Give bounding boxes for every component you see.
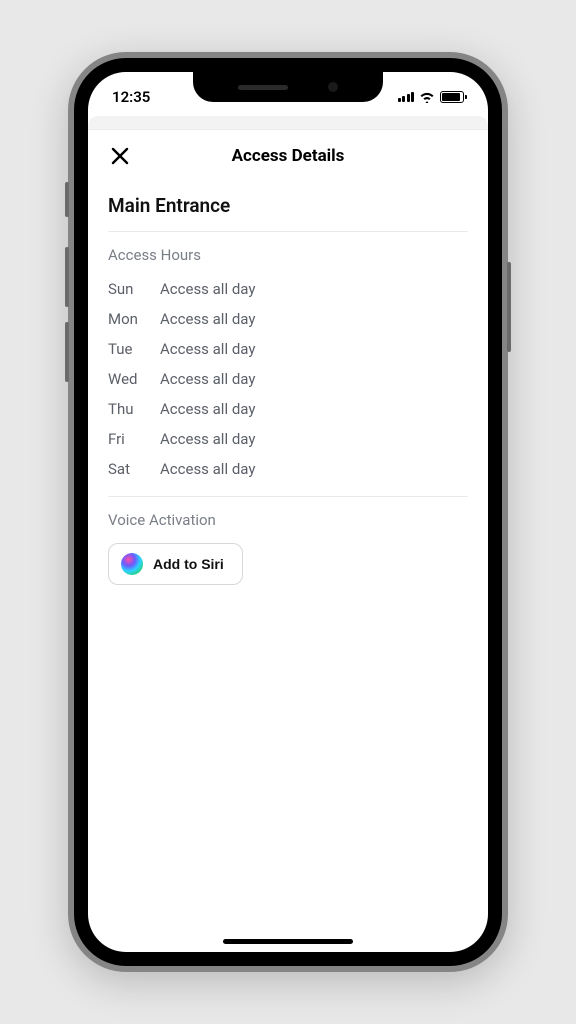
volume-up-button [65,247,69,307]
day-label: Mon [108,310,160,328]
hours-row: Mon Access all day [108,304,468,334]
phone-inner: 12:35 [74,58,502,966]
speaker-grille [238,85,288,90]
hours-value: Access all day [160,310,255,328]
phone-frame: 12:35 [68,52,508,972]
hours-row: Thu Access all day [108,394,468,424]
status-time: 12:35 [112,88,172,106]
close-icon [111,147,129,165]
day-label: Fri [108,430,160,448]
day-label: Wed [108,370,160,388]
hours-row: Wed Access all day [108,364,468,394]
home-indicator[interactable] [223,939,353,944]
volume-down-button [65,322,69,382]
cellular-signal-icon [398,92,415,102]
access-hours-list: Sun Access all day Mon Access all day Tu… [108,274,468,496]
front-camera [328,82,338,92]
hours-row: Sun Access all day [108,274,468,304]
day-label: Tue [108,340,160,358]
day-label: Sat [108,460,160,478]
screen: 12:35 [88,72,488,952]
power-button [507,262,511,352]
mute-switch [65,182,69,217]
close-button[interactable] [108,144,132,168]
wifi-icon [419,91,435,103]
modal-header: Access Details [88,130,488,178]
hours-row: Tue Access all day [108,334,468,364]
hours-row: Fri Access all day [108,424,468,454]
add-to-siri-button[interactable]: Add to Siri [108,543,243,585]
modal-sheet-handle [88,116,488,130]
battery-icon [440,91,464,103]
hours-value: Access all day [160,460,255,478]
entrance-name: Main Entrance [108,186,468,231]
day-label: Sun [108,280,160,298]
voice-activation-label: Voice Activation [108,497,468,539]
access-hours-label: Access Hours [108,232,468,274]
hours-value: Access all day [160,370,255,388]
siri-icon [121,553,143,575]
status-right [394,91,464,103]
hours-value: Access all day [160,430,255,448]
hours-value: Access all day [160,400,255,418]
modal-title: Access Details [108,146,468,166]
day-label: Thu [108,400,160,418]
notch [193,72,383,102]
siri-button-label: Add to Siri [153,556,224,572]
hours-value: Access all day [160,340,255,358]
hours-row: Sat Access all day [108,454,468,484]
content: Main Entrance Access Hours Sun Access al… [88,178,488,593]
hours-value: Access all day [160,280,255,298]
